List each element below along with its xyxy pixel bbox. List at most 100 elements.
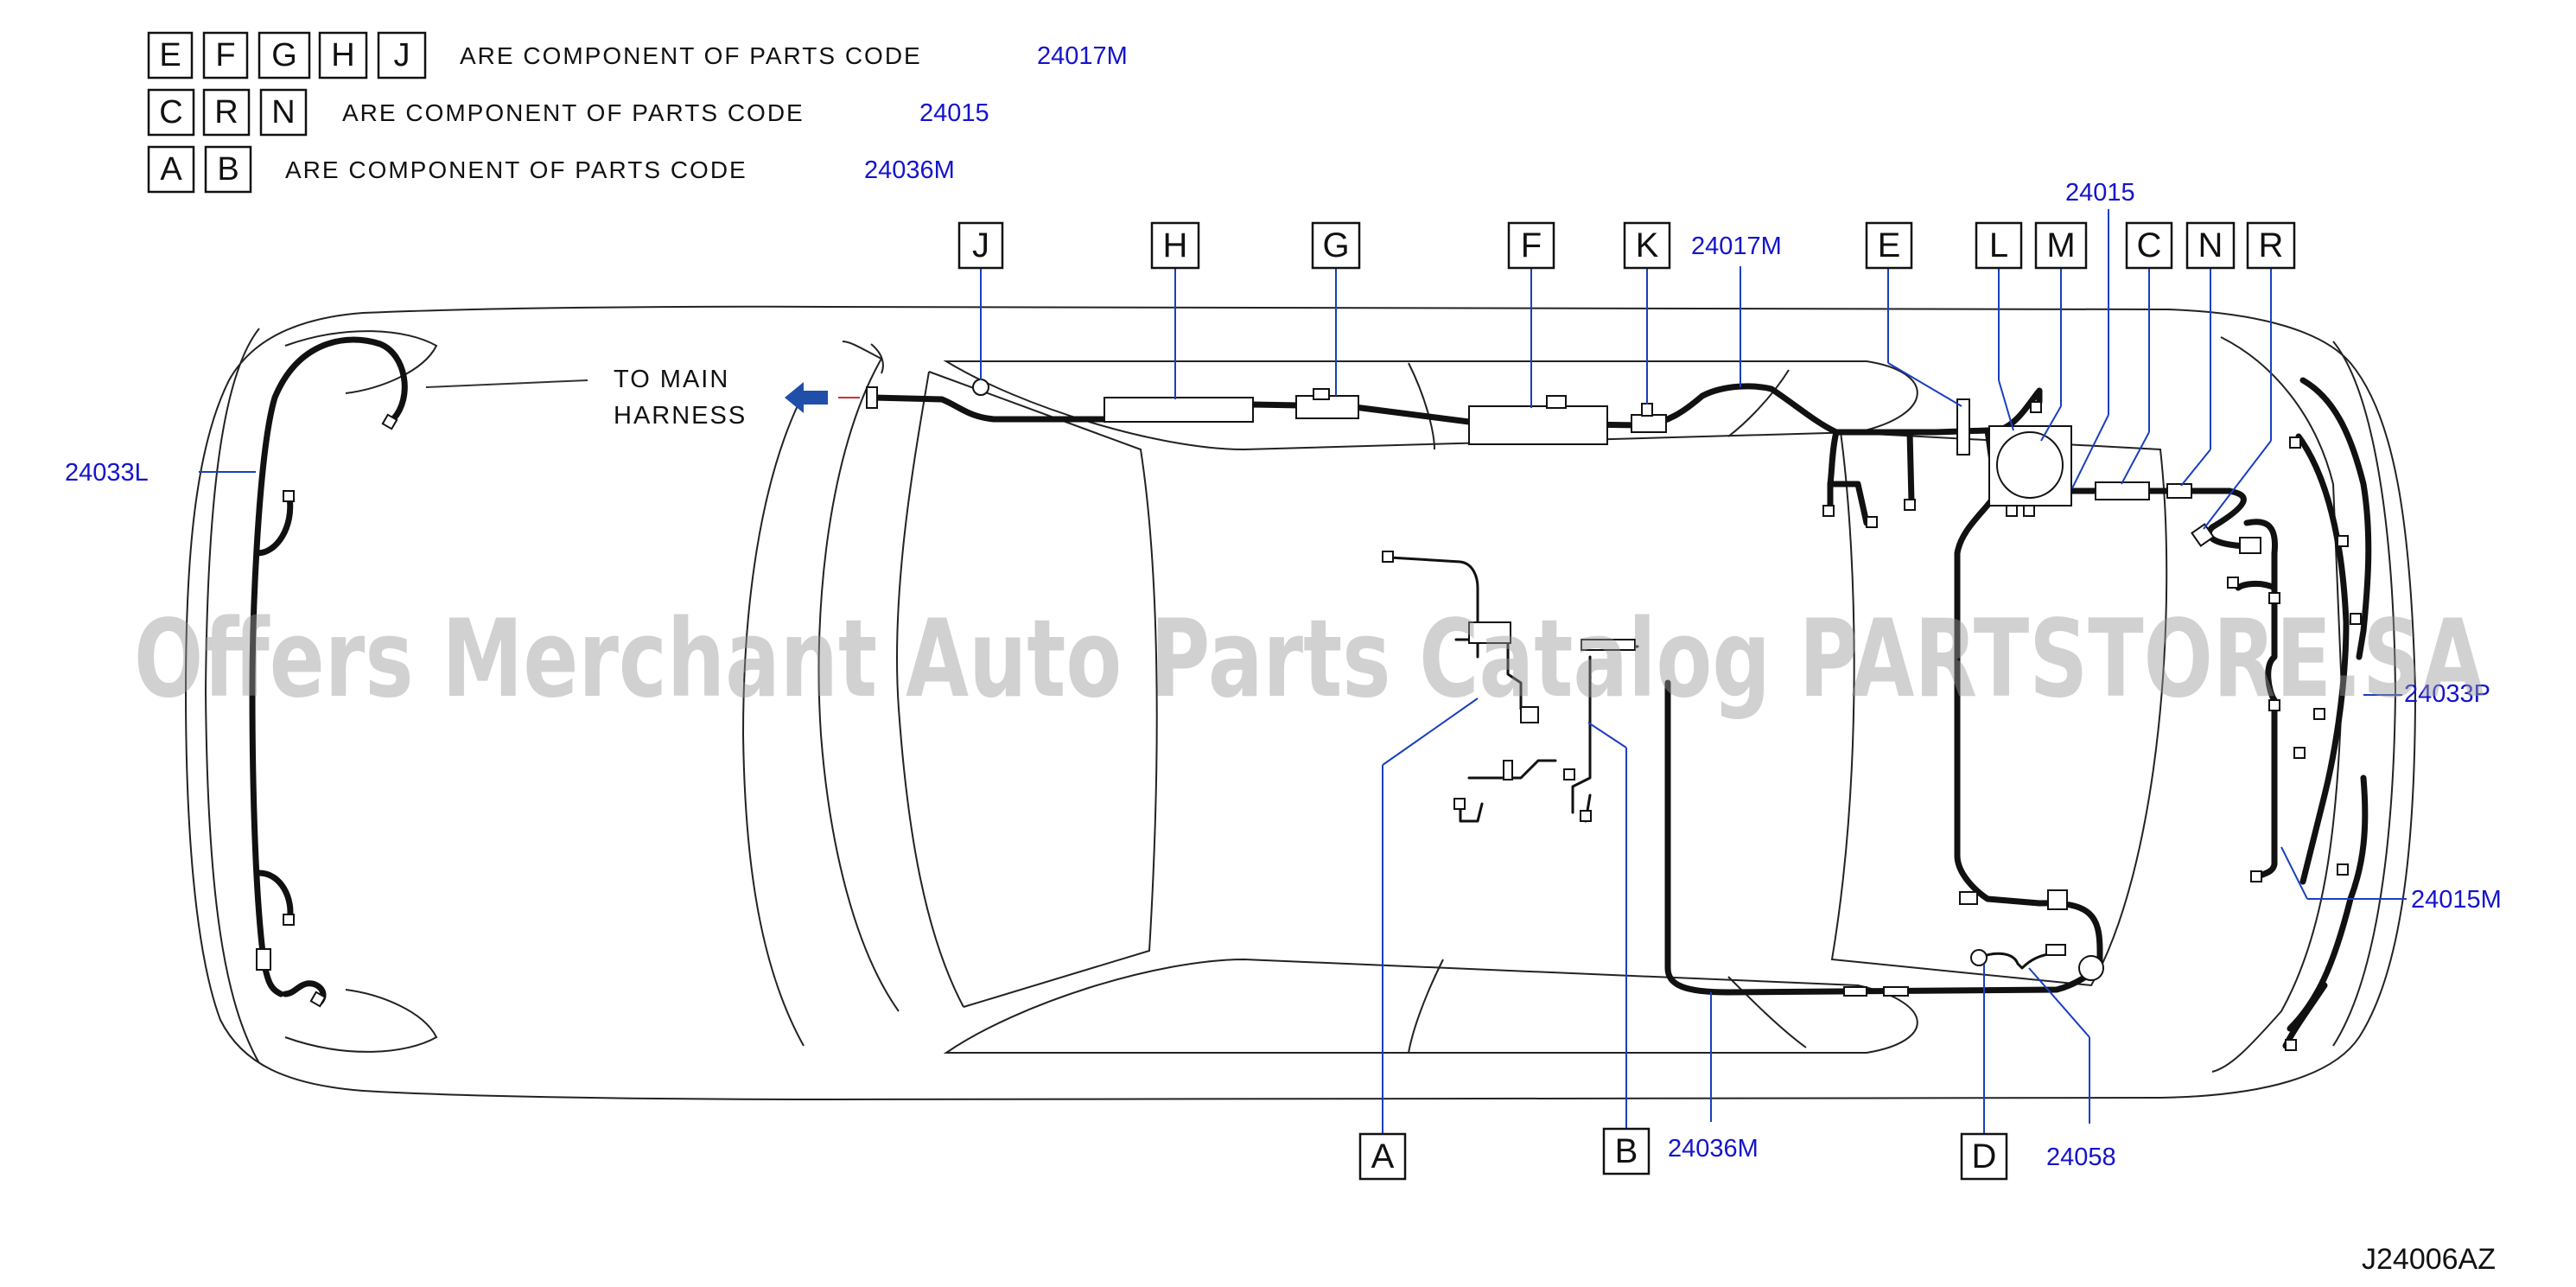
callout-l: L [1989,226,2008,264]
connector [2045,944,2066,956]
code-label-24058: 24058 [2046,1144,2116,1171]
connector [1382,551,1394,563]
callout-n: N [2198,226,2223,264]
connector [1503,760,1513,780]
leader-l-2 [1998,379,2014,431]
connector [2227,577,2239,589]
callout-j: J [972,226,989,264]
connector [2047,889,2068,910]
leader-24015-2 [2071,414,2109,489]
connector [1904,499,1916,511]
harness-branch [256,870,294,924]
bottom-rear-door-seam [1727,976,1807,1048]
legend-letter: C [159,94,182,131]
legend-text: ARE COMPONENT OF PARTS CODE [342,99,805,126]
legend-letter: G [271,37,297,73]
connector [1843,986,1867,997]
harness-branch [2254,697,2278,881]
legend-letter: A [160,151,182,188]
harness-branch [1906,429,1915,505]
callout-k: K [1636,226,1659,264]
code-label-24036m: 24036M [1668,1135,1759,1163]
connector [1563,768,1575,780]
connector [2006,505,2018,517]
legend-letter: H [331,37,354,73]
component-h [1104,397,1254,423]
component-24058 [2078,955,2104,981]
component-f [1468,405,1608,445]
connector [2250,870,2262,882]
hood-line [842,341,882,360]
connector [2030,401,2042,413]
connector [1866,516,1878,528]
component-k [1631,414,1667,433]
figure-id: J24006AZ [2362,1243,2496,1276]
legend-letter: B [217,151,239,188]
to-main-harness: TO MAIN HARNESS [425,366,860,430]
callout-b: B [1615,1132,1638,1170]
harness-branch [2282,982,2328,1049]
callout-e: E [1878,226,1901,264]
bottom-door-seam [1408,959,1444,1054]
bottom-door-panel [943,958,1918,1054]
note-leader [425,379,588,388]
connector [1580,810,1592,822]
connector [2337,535,2349,547]
leader-c-2 [2121,431,2150,485]
bottom-callouts: A B 24036M D 24058 [1358,698,2116,1181]
connector [1641,403,1653,417]
connector [2285,1039,2297,1051]
callout-g: G [1322,226,1349,264]
top-door-panel [943,360,1918,451]
legend-letter: N [271,94,295,131]
connector [283,490,295,502]
note-line-1: TO MAIN [614,366,729,393]
callout-m: M [2046,226,2075,264]
top-door-seam [1408,362,1435,450]
component-n [2166,483,2192,499]
arrow-left-icon [785,382,828,413]
leader-e-2 [1887,362,1962,407]
ground-terminal-d [1970,949,1988,966]
harness-24017m [869,383,1991,436]
legend-text: ARE COMPONENT OF PARTS CODE [285,156,747,183]
connector [1546,395,1567,409]
legend-code: 24015 [919,99,989,127]
callout-d: D [1972,1137,1997,1176]
harness-24033p-lower [2287,774,2369,1032]
callout-h: H [1163,226,1188,264]
callout-f: F [1521,226,1542,264]
connector [1959,891,1978,905]
ground-terminal [972,379,989,396]
connector [866,386,878,409]
top-rear-door-seam [1727,369,1790,437]
legend-row-2: C R N ARE COMPONENT OF PARTS CODE 24015 [147,88,989,137]
legend-letter: E [159,37,181,73]
callout-a: A [1371,1137,1395,1176]
ground-wire [1977,951,2058,970]
mirror-top [870,343,884,374]
legend-row-3: A B ARE COMPONENT OF PARTS CODE 24036M [147,145,955,194]
note-line-2: HARNESS [614,402,747,430]
legend-letter: F [215,37,235,73]
leader-r-2 [2203,440,2272,530]
callout-c: C [2137,226,2162,264]
leader-b-2 [1587,722,1627,749]
top-callouts: J H G F K 24017M E L M 24015 C N R [957,179,2296,530]
watermark: Offers Merchant Auto Parts Catalog PARTS… [134,597,2484,722]
callout-r: R [2259,226,2284,264]
connector [2293,747,2306,759]
component-c [2095,481,2150,500]
component-e [1956,398,1970,456]
code-label-24033l: 24033L [65,459,149,487]
wiring-diagram: E F G H J ARE COMPONENT OF PARTS CODE 24… [0,0,2576,1283]
left-headlight-bottom [284,989,438,1053]
legend: E F G H J ARE COMPONENT OF PARTS CODE 24… [147,31,1128,194]
connector [2239,537,2261,554]
diagram-canvas: E F G H J ARE COMPONENT OF PARTS CODE 24… [65,31,2502,1276]
leader-n-2 [2180,449,2211,487]
legend-text: ARE COMPONENT OF PARTS CODE [460,42,922,69]
component-m-relay [1996,431,2064,499]
connector [256,948,271,971]
connector [2023,505,2035,517]
